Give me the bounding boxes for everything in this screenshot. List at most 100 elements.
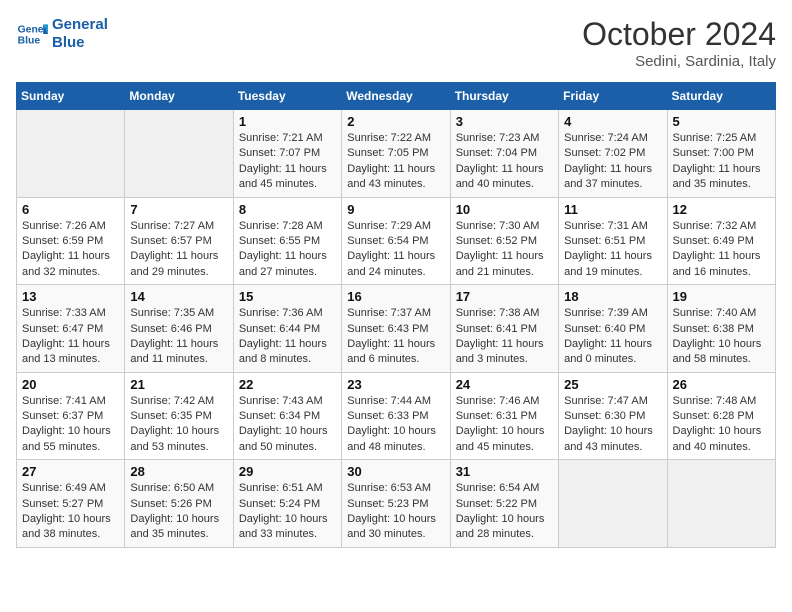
calendar-cell: 25Sunrise: 7:47 AMSunset: 6:30 PMDayligh… (559, 372, 667, 460)
calendar-cell: 6 Sunrise: 7:26 AMSunset: 6:59 PMDaylight… (17, 197, 125, 285)
calendar-header: SundayMondayTuesdayWednesdayThursdayFrid… (17, 83, 776, 110)
header-day-wednesday: Wednesday (342, 83, 450, 110)
calendar-cell: 21Sunrise: 7:42 AMSunset: 6:35 PMDayligh… (125, 372, 233, 460)
day-number: 12 (673, 202, 770, 217)
day-number: 28 (130, 464, 227, 479)
day-number: 30 (347, 464, 444, 479)
day-number: 6 (22, 202, 119, 217)
day-number: 26 (673, 377, 770, 392)
calendar-cell: 23 Sunrise: 7:44 AMSunset: 6:33 PMDayligh… (342, 372, 450, 460)
calendar-cell: 9 Sunrise: 7:29 AMSunset: 6:54 PMDaylight… (342, 197, 450, 285)
day-info: Sunrise: 6:53 AMSunset: 5:23 PMDaylight:… (347, 481, 444, 543)
day-info: Sunrise: 7:41 AMSunset: 6:37 PMDaylight:… (22, 394, 119, 456)
day-info: Sunrise: 7:28 AMSunset: 6:55 PMDaylight:… (239, 219, 336, 281)
day-info: Sunrise: 7:40 AMSunset: 6:38 PMDaylight:… (673, 306, 770, 368)
day-number: 17 (456, 289, 553, 304)
week-row-3: 13Sunrise: 7:33 AMSunset: 6:47 PMDayligh… (17, 285, 776, 373)
day-info: Sunrise: 7:46 AMSunset: 6:31 PMDaylight:… (456, 394, 553, 456)
day-number: 25 (564, 377, 661, 392)
calendar-cell: 7 Sunrise: 7:27 AMSunset: 6:57 PMDaylight… (125, 197, 233, 285)
header-day-sunday: Sunday (17, 83, 125, 110)
calendar-cell: 17 Sunrise: 7:38 AMSunset: 6:41 PMDayligh… (450, 285, 558, 373)
day-number: 1 (239, 114, 336, 129)
calendar-cell: 20Sunrise: 7:41 AMSunset: 6:37 PMDayligh… (17, 372, 125, 460)
svg-text:Blue: Blue (18, 36, 41, 47)
header-row: SundayMondayTuesdayWednesdayThursdayFrid… (17, 83, 776, 110)
week-row-1: 1Sunrise: 7:21 AMSunset: 7:07 PMDaylight… (17, 110, 776, 198)
day-number: 31 (456, 464, 553, 479)
day-info: Sunrise: 7:38 AMSunset: 6:41 PMDaylight:… (456, 306, 553, 368)
day-number: 15 (239, 289, 336, 304)
calendar-cell: 31 Sunrise: 6:54 AMSunset: 5:22 PMDayligh… (450, 460, 558, 548)
day-info: Sunrise: 6:51 AMSunset: 5:24 PMDaylight:… (239, 481, 336, 543)
title-block: October 2024 Sedini, Sardinia, Italy (582, 16, 776, 70)
calendar-cell: 24 Sunrise: 7:46 AMSunset: 6:31 PMDayligh… (450, 372, 558, 460)
header: General Blue General Blue October 2024 S… (16, 16, 776, 70)
calendar-cell (17, 110, 125, 198)
calendar-cell: 26Sunrise: 7:48 AMSunset: 6:28 PMDayligh… (667, 372, 775, 460)
day-number: 5 (673, 114, 770, 129)
day-number: 9 (347, 202, 444, 217)
calendar-cell: 28 Sunrise: 6:50 AMSunset: 5:26 PMDayligh… (125, 460, 233, 548)
calendar-cell: 10Sunrise: 7:30 AMSunset: 6:52 PMDayligh… (450, 197, 558, 285)
calendar-cell: 22Sunrise: 7:43 AMSunset: 6:34 PMDayligh… (233, 372, 341, 460)
calendar-body: 1Sunrise: 7:21 AMSunset: 7:07 PMDaylight… (17, 110, 776, 548)
day-number: 11 (564, 202, 661, 217)
calendar-cell: 4 Sunrise: 7:24 AMSunset: 7:02 PMDaylight… (559, 110, 667, 198)
day-number: 29 (239, 464, 336, 479)
week-row-4: 20Sunrise: 7:41 AMSunset: 6:37 PMDayligh… (17, 372, 776, 460)
calendar-cell: 5 Sunrise: 7:25 AMSunset: 7:00 PMDaylight… (667, 110, 775, 198)
day-info: Sunrise: 7:29 AMSunset: 6:54 PMDaylight:… (347, 219, 444, 281)
calendar-cell: 30 Sunrise: 6:53 AMSunset: 5:23 PMDayligh… (342, 460, 450, 548)
calendar-cell: 1Sunrise: 7:21 AMSunset: 7:07 PMDaylight… (233, 110, 341, 198)
calendar-cell: 16Sunrise: 7:37 AMSunset: 6:43 PMDayligh… (342, 285, 450, 373)
day-info: Sunrise: 7:31 AMSunset: 6:51 PMDaylight:… (564, 219, 661, 281)
calendar-cell: 12Sunrise: 7:32 AMSunset: 6:49 PMDayligh… (667, 197, 775, 285)
calendar-cell: 8 Sunrise: 7:28 AMSunset: 6:55 PMDaylight… (233, 197, 341, 285)
day-number: 10 (456, 202, 553, 217)
day-info: Sunrise: 7:44 AMSunset: 6:33 PMDaylight:… (347, 394, 444, 456)
day-number: 19 (673, 289, 770, 304)
day-number: 18 (564, 289, 661, 304)
day-info: Sunrise: 6:49 AMSunset: 5:27 PMDaylight:… (22, 481, 119, 543)
day-info: Sunrise: 6:54 AMSunset: 5:22 PMDaylight:… (456, 481, 553, 543)
calendar-cell: 15 Sunrise: 7:36 AMSunset: 6:44 PMDayligh… (233, 285, 341, 373)
day-number: 14 (130, 289, 227, 304)
calendar-cell: 29 Sunrise: 6:51 AMSunset: 5:24 PMDayligh… (233, 460, 341, 548)
logo-icon: General Blue (16, 18, 48, 50)
calendar-cell (125, 110, 233, 198)
day-number: 8 (239, 202, 336, 217)
day-info: Sunrise: 6:50 AMSunset: 5:26 PMDaylight:… (130, 481, 227, 543)
day-info: Sunrise: 7:37 AMSunset: 6:43 PMDaylight:… (347, 306, 444, 368)
day-info: Sunrise: 7:24 AMSunset: 7:02 PMDaylight:… (564, 131, 661, 193)
calendar-cell: 19 Sunrise: 7:40 AMSunset: 6:38 PMDayligh… (667, 285, 775, 373)
calendar-table: SundayMondayTuesdayWednesdayThursdayFrid… (16, 82, 776, 548)
day-number: 3 (456, 114, 553, 129)
day-number: 23 (347, 377, 444, 392)
logo: General Blue General Blue (16, 16, 108, 52)
day-info: Sunrise: 7:23 AMSunset: 7:04 PMDaylight:… (456, 131, 553, 193)
day-info: Sunrise: 7:36 AMSunset: 6:44 PMDaylight:… (239, 306, 336, 368)
logo-text-blue: Blue (52, 34, 108, 52)
calendar-cell: 27Sunrise: 6:49 AMSunset: 5:27 PMDayligh… (17, 460, 125, 548)
logo-text-general: General (52, 16, 108, 34)
calendar-cell: 2Sunrise: 7:22 AMSunset: 7:05 PMDaylight… (342, 110, 450, 198)
day-info: Sunrise: 7:33 AMSunset: 6:47 PMDaylight:… (22, 306, 119, 368)
week-row-5: 27Sunrise: 6:49 AMSunset: 5:27 PMDayligh… (17, 460, 776, 548)
calendar-cell (559, 460, 667, 548)
header-day-tuesday: Tuesday (233, 83, 341, 110)
day-number: 24 (456, 377, 553, 392)
day-info: Sunrise: 7:27 AMSunset: 6:57 PMDaylight:… (130, 219, 227, 281)
header-day-thursday: Thursday (450, 83, 558, 110)
calendar-cell: 18 Sunrise: 7:39 AMSunset: 6:40 PMDayligh… (559, 285, 667, 373)
day-info: Sunrise: 7:42 AMSunset: 6:35 PMDaylight:… (130, 394, 227, 456)
day-info: Sunrise: 7:39 AMSunset: 6:40 PMDaylight:… (564, 306, 661, 368)
day-number: 7 (130, 202, 227, 217)
day-number: 4 (564, 114, 661, 129)
header-day-saturday: Saturday (667, 83, 775, 110)
month-title: October 2024 (582, 16, 776, 53)
calendar-cell: 11 Sunrise: 7:31 AMSunset: 6:51 PMDayligh… (559, 197, 667, 285)
day-info: Sunrise: 7:26 AMSunset: 6:59 PMDaylight:… (22, 219, 119, 281)
day-number: 2 (347, 114, 444, 129)
day-info: Sunrise: 7:25 AMSunset: 7:00 PMDaylight:… (673, 131, 770, 193)
